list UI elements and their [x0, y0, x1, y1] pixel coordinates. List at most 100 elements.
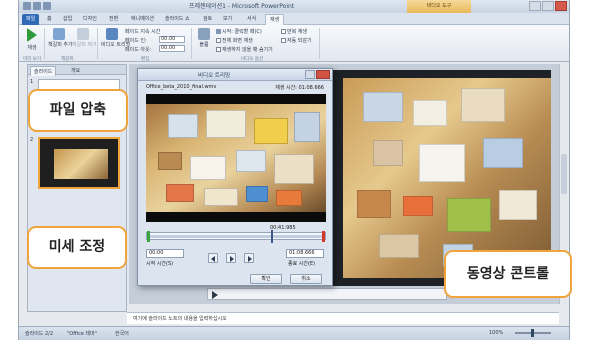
- tab-playback[interactable]: 재생: [265, 14, 285, 25]
- fade-duration-label: 페이드 지속 시간: [125, 29, 161, 35]
- status-bar: 슬라이드 2/2 "Office 테마" 한국어 100%: [19, 326, 569, 340]
- save-icon[interactable]: [23, 2, 31, 10]
- tab-format[interactable]: 서식: [243, 14, 260, 25]
- end-time-field[interactable]: 01:08.666: [286, 249, 324, 258]
- notes-pane[interactable]: 여기에 슬라이드 노트의 내용을 입력하십시오: [127, 312, 559, 324]
- remove-bookmark-label: 책갈피 제거: [72, 42, 97, 48]
- callout-video-controls: 동영상 콘트롤: [444, 250, 572, 298]
- volume-button[interactable]: 볼륨: [195, 28, 213, 48]
- start-marker[interactable]: [147, 231, 150, 242]
- next-frame-icon: [248, 256, 252, 262]
- tab-slideshow[interactable]: 슬라이드 쇼: [161, 14, 194, 25]
- fade-in-label: 페이드 인:: [125, 38, 147, 44]
- video-frame: [146, 104, 326, 212]
- fade-out-field[interactable]: 00.00: [159, 45, 185, 52]
- video-poster-frame[interactable]: [343, 78, 551, 278]
- start-time-field[interactable]: 00:00: [146, 249, 184, 258]
- tab-home[interactable]: 홈: [43, 14, 56, 25]
- slide-thumbnail-2[interactable]: [38, 137, 120, 189]
- tab-insert[interactable]: 삽입: [59, 14, 76, 25]
- previous-frame-icon: [211, 256, 215, 262]
- redo-icon[interactable]: [43, 2, 51, 10]
- tab-slides[interactable]: 슬라이드: [30, 66, 57, 76]
- start-icon: [216, 29, 221, 34]
- ribbon-tabs: 파일 홈 삽입 디자인 전환 애니메이션 슬라이드 쇼 검토 보기 서식 재생: [19, 13, 569, 25]
- hide-not-playing-label: 재생하지 않을 때 숨기기: [222, 47, 273, 53]
- video-duration: 재생 시간: 01:08.666: [275, 85, 324, 91]
- end-marker[interactable]: [322, 231, 325, 242]
- tab-animations[interactable]: 애니메이션: [127, 14, 158, 25]
- slide-indicator: 슬라이드 2/2: [25, 331, 54, 337]
- dialog-play-button[interactable]: [226, 253, 236, 263]
- play-button[interactable]: 재생: [23, 28, 41, 51]
- undo-icon[interactable]: [33, 2, 41, 10]
- remove-bookmark-button[interactable]: 책갈피 제거: [72, 28, 97, 48]
- rewind-check-icon: [281, 38, 286, 43]
- play-icon[interactable]: [212, 291, 218, 299]
- dialog-window-controls: [305, 70, 330, 79]
- document-title: 프레젠테이션1 - Microsoft PowerPoint: [189, 3, 295, 10]
- fade-out-label: 페이드 아웃:: [125, 47, 152, 53]
- window-controls: [529, 1, 567, 11]
- speaker-icon: [198, 28, 210, 40]
- playhead-marker[interactable]: [271, 230, 273, 243]
- ribbon-playback: 재생 책갈피 추가 책갈피 제거 비디오 트리밍 페이드 지속 시간 페이드 인…: [19, 25, 569, 62]
- tab-design[interactable]: 디자인: [79, 14, 101, 25]
- rewind-label: 자동 되감기: [287, 38, 312, 44]
- end-time-label: 종료 시간(E): [288, 261, 316, 267]
- current-time-label: 00:41:985: [270, 225, 296, 231]
- volume-label: 볼륨: [199, 42, 209, 48]
- fade-in-field[interactable]: 00.00: [159, 36, 185, 43]
- cancel-button[interactable]: 취소: [290, 274, 322, 284]
- pane-tabs: 슬라이드 개요: [28, 65, 126, 76]
- help-icon[interactable]: [305, 70, 315, 79]
- full-screen-check-icon: [216, 38, 221, 43]
- callout-file-compress: 파일 압축: [28, 89, 128, 132]
- trim-video-button[interactable]: 비디오 트리밍: [101, 28, 130, 48]
- tab-view[interactable]: 보기: [219, 14, 236, 25]
- group-video-options-label: 비디오 옵션: [241, 57, 264, 62]
- tab-transitions[interactable]: 전환: [105, 14, 122, 25]
- hide-not-playing-check-icon: [216, 47, 221, 52]
- group-preview-label: 미리 보기: [23, 57, 41, 62]
- remove-bookmark-icon: [77, 28, 89, 40]
- loop-check-icon: [281, 29, 286, 34]
- start-dropdown[interactable]: 시작: 클릭할 때(C): [216, 28, 262, 35]
- tab-file[interactable]: 파일: [22, 14, 40, 25]
- callout-fine-tune: 미세 조정: [27, 226, 127, 269]
- add-bookmark-button[interactable]: 책갈피 추가: [48, 28, 73, 48]
- close-icon[interactable]: [555, 1, 567, 11]
- maximize-icon[interactable]: [542, 1, 554, 11]
- zoom-slider[interactable]: [515, 329, 551, 337]
- start-dropdown-label: 시작: 클릭할 때(C): [222, 29, 262, 35]
- trim-timeline[interactable]: [146, 230, 326, 243]
- quick-access-toolbar: [23, 2, 51, 10]
- minimize-icon[interactable]: [529, 1, 541, 11]
- video-filename: Office_beta_2010_final.wmv: [146, 84, 217, 90]
- previous-frame-button[interactable]: [208, 253, 218, 263]
- ok-button[interactable]: 확인: [250, 274, 282, 284]
- full-screen-label: 전체 화면 재생: [222, 38, 253, 44]
- play-label: 재생: [27, 45, 37, 51]
- loop-checkbox[interactable]: 반복 재생: [281, 28, 307, 35]
- close-icon[interactable]: [316, 70, 330, 79]
- media-control-bar: [207, 288, 447, 300]
- hide-not-playing-checkbox[interactable]: 재생하지 않을 때 숨기기: [216, 46, 273, 53]
- play-icon: [230, 256, 234, 262]
- tab-outline[interactable]: 개요: [68, 66, 83, 75]
- scrollbar-thumb[interactable]: [561, 154, 567, 194]
- full-screen-checkbox[interactable]: 전체 화면 재생: [216, 37, 253, 44]
- rewind-checkbox[interactable]: 자동 되감기: [281, 37, 312, 44]
- slide-number-2: 2: [30, 137, 34, 143]
- zoom-slider-handle[interactable]: [531, 329, 534, 337]
- zoom-level[interactable]: 100%: [489, 330, 503, 336]
- language-indicator[interactable]: 한국어: [115, 330, 129, 337]
- dialog-title-bar: 비디오 트리밍: [138, 69, 332, 81]
- play-icon: [27, 28, 37, 42]
- loop-label: 반복 재생: [287, 29, 307, 35]
- next-frame-button[interactable]: [244, 253, 254, 263]
- dialog-title: 비디오 트리밍: [198, 73, 231, 79]
- add-bookmark-icon: [53, 28, 65, 40]
- video-tools-context-group: 비디오 도구: [407, 0, 471, 13]
- tab-review[interactable]: 검토: [199, 14, 216, 25]
